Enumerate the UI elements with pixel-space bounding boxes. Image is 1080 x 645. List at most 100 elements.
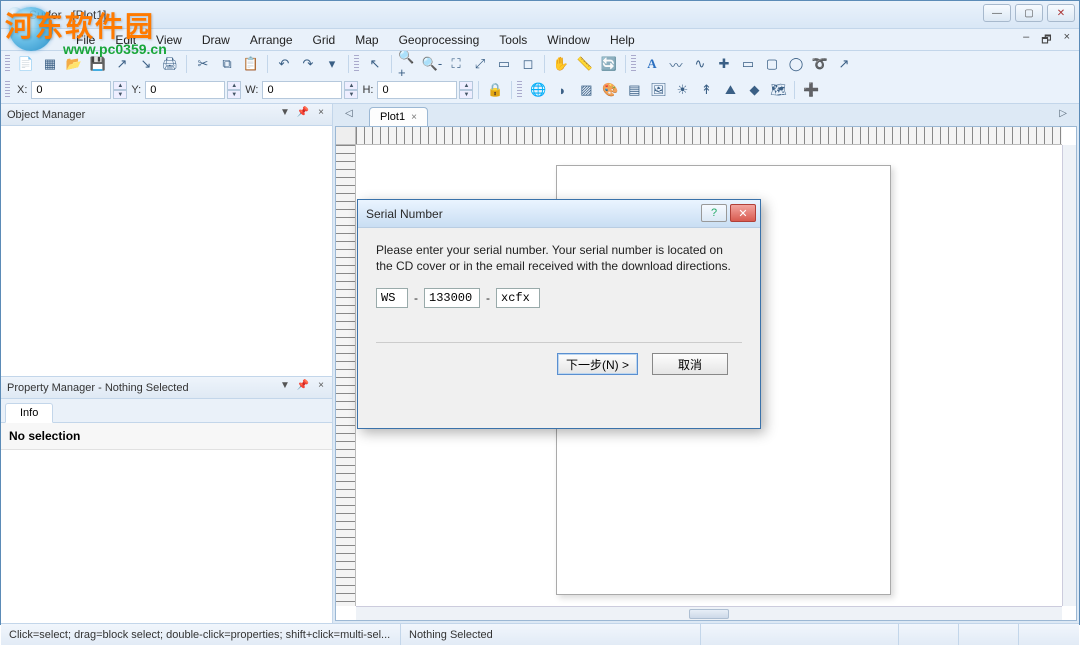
tab-close-icon[interactable]: × (411, 112, 417, 123)
colormap-icon[interactable]: 🎨 (599, 79, 621, 101)
undo-list-icon[interactable]: ▾ (321, 53, 343, 75)
tab-plot1[interactable]: Plot1 × (369, 107, 428, 126)
zoom-rect-icon[interactable]: ⛶ (445, 53, 467, 75)
pin-icon[interactable]: 📌 (296, 380, 310, 391)
text-icon[interactable]: A (641, 53, 663, 75)
toolbar-grip[interactable] (517, 81, 522, 99)
wireframe-icon[interactable]: ▨ (575, 79, 597, 101)
scrollbar-vertical[interactable] (1062, 145, 1076, 606)
reshape-icon[interactable]: ↗ (833, 53, 855, 75)
serial-part2-input[interactable] (424, 288, 480, 308)
h-input[interactable] (377, 81, 457, 99)
import-icon[interactable]: ↘ (135, 53, 157, 75)
close-button[interactable]: ✕ (1047, 4, 1075, 22)
measure-icon[interactable]: 📏 (574, 53, 596, 75)
add-layer-icon[interactable]: ➕ (800, 79, 822, 101)
toolbar-grip[interactable] (5, 55, 10, 73)
serial-part1-input[interactable] (376, 288, 408, 308)
panel-menu-icon[interactable]: ▼ (278, 380, 292, 391)
menu-arrange[interactable]: Arrange (240, 30, 303, 50)
panel-close-icon[interactable]: × (314, 380, 328, 391)
w-label: W: (243, 84, 260, 96)
zoom-out-icon[interactable]: 🔍- (421, 53, 443, 75)
symbol-icon[interactable]: ✚ (713, 53, 735, 75)
vector-icon[interactable]: ↟ (695, 79, 717, 101)
y-input[interactable] (145, 81, 225, 99)
panel-close-icon[interactable]: × (314, 107, 328, 118)
undo-icon[interactable]: ↶ (273, 53, 295, 75)
menu-grid[interactable]: Grid (303, 30, 346, 50)
dialog-close-button[interactable]: ✕ (730, 204, 756, 222)
shaded-icon[interactable]: ☀ (671, 79, 693, 101)
copy-icon[interactable]: ⧉ (216, 53, 238, 75)
refresh-icon[interactable]: 🔄 (598, 53, 620, 75)
rounded-rect-icon[interactable]: ▢ (761, 53, 783, 75)
watershed-icon[interactable]: ⛰ (719, 79, 741, 101)
contour-icon[interactable]: ◗ (551, 79, 573, 101)
open-icon[interactable]: 📂 (63, 53, 85, 75)
menu-window[interactable]: Window (537, 30, 600, 50)
w-input[interactable] (262, 81, 342, 99)
polygon-icon[interactable]: ∿ (689, 53, 711, 75)
toolbar-grip[interactable] (5, 81, 10, 99)
x-spinner[interactable]: ▲▼ (113, 81, 127, 99)
menu-draw[interactable]: Draw (192, 30, 240, 50)
pin-icon[interactable]: 📌 (296, 107, 310, 118)
app-icon (7, 7, 23, 23)
cancel-button[interactable]: 取消 (652, 353, 728, 375)
zoom-actual-icon[interactable]: ◻ (517, 53, 539, 75)
print-icon[interactable]: 🖨 (159, 53, 181, 75)
toolbar-grip[interactable] (354, 55, 359, 73)
redo-icon[interactable]: ↷ (297, 53, 319, 75)
serial-part3-input[interactable] (496, 288, 540, 308)
w-spinner[interactable]: ▲▼ (344, 81, 358, 99)
menu-file[interactable]: File (66, 30, 105, 50)
menu-edit[interactable]: Edit (105, 30, 146, 50)
toolbar-grip[interactable] (631, 55, 636, 73)
pointer-icon[interactable]: ↖ (364, 53, 386, 75)
cut-icon[interactable]: ✂ (192, 53, 214, 75)
menubar: File Edit View Draw Arrange Grid Map Geo… (1, 29, 1079, 51)
new-icon[interactable]: 📄 (15, 53, 37, 75)
rectangle-icon[interactable]: ▭ (737, 53, 759, 75)
spline-icon[interactable]: ➰ (809, 53, 831, 75)
doc-restore-button[interactable]: 🗗 (1038, 31, 1054, 50)
tab-scroll-right-icon[interactable]: ▷ (1053, 108, 1073, 119)
minimize-button[interactable]: — (983, 4, 1011, 22)
y-spinner[interactable]: ▲▼ (227, 81, 241, 99)
tab-scroll-left-icon[interactable]: ◁ (339, 108, 359, 119)
globe-icon[interactable]: 🌐 (527, 79, 549, 101)
serial-sep: - (486, 291, 490, 305)
pan-icon[interactable]: ✋ (550, 53, 572, 75)
panel-menu-icon[interactable]: ▼ (278, 107, 292, 118)
tab-info[interactable]: Info (5, 403, 53, 423)
menu-view[interactable]: View (146, 30, 192, 50)
doc-minimize-button[interactable]: – (1020, 31, 1032, 50)
lock-icon[interactable]: 🔒 (484, 79, 506, 101)
export-icon[interactable]: ↗ (111, 53, 133, 75)
image-icon[interactable]: 🖼 (647, 79, 669, 101)
x-input[interactable] (31, 81, 111, 99)
ellipse-icon[interactable]: ◯ (785, 53, 807, 75)
h-spinner[interactable]: ▲▼ (459, 81, 473, 99)
menu-help[interactable]: Help (600, 30, 645, 50)
post-icon[interactable]: ▤ (623, 79, 645, 101)
surface-icon[interactable]: ◆ (743, 79, 765, 101)
polyline-icon[interactable]: 〰 (665, 53, 687, 75)
zoom-fit-icon[interactable]: ⤢ (469, 53, 491, 75)
next-button[interactable]: 下一步(N) > (557, 353, 638, 375)
paste-icon[interactable]: 📋 (240, 53, 262, 75)
save-icon[interactable]: 💾 (87, 53, 109, 75)
maximize-button[interactable]: ▢ (1015, 4, 1043, 22)
scrollbar-horizontal[interactable] (356, 606, 1062, 620)
doc-close-button[interactable]: × (1061, 31, 1073, 50)
base-icon[interactable]: 🗺 (767, 79, 789, 101)
menu-geoprocessing[interactable]: Geoprocessing (389, 30, 490, 50)
zoom-page-icon[interactable]: ▭ (493, 53, 515, 75)
menu-map[interactable]: Map (345, 30, 388, 50)
menu-tools[interactable]: Tools (489, 30, 537, 50)
zoom-in-icon[interactable]: 🔍+ (397, 53, 419, 75)
object-manager-body[interactable] (1, 126, 332, 376)
help-button[interactable]: ? (701, 204, 727, 222)
grid-icon[interactable]: ▦ (39, 53, 61, 75)
